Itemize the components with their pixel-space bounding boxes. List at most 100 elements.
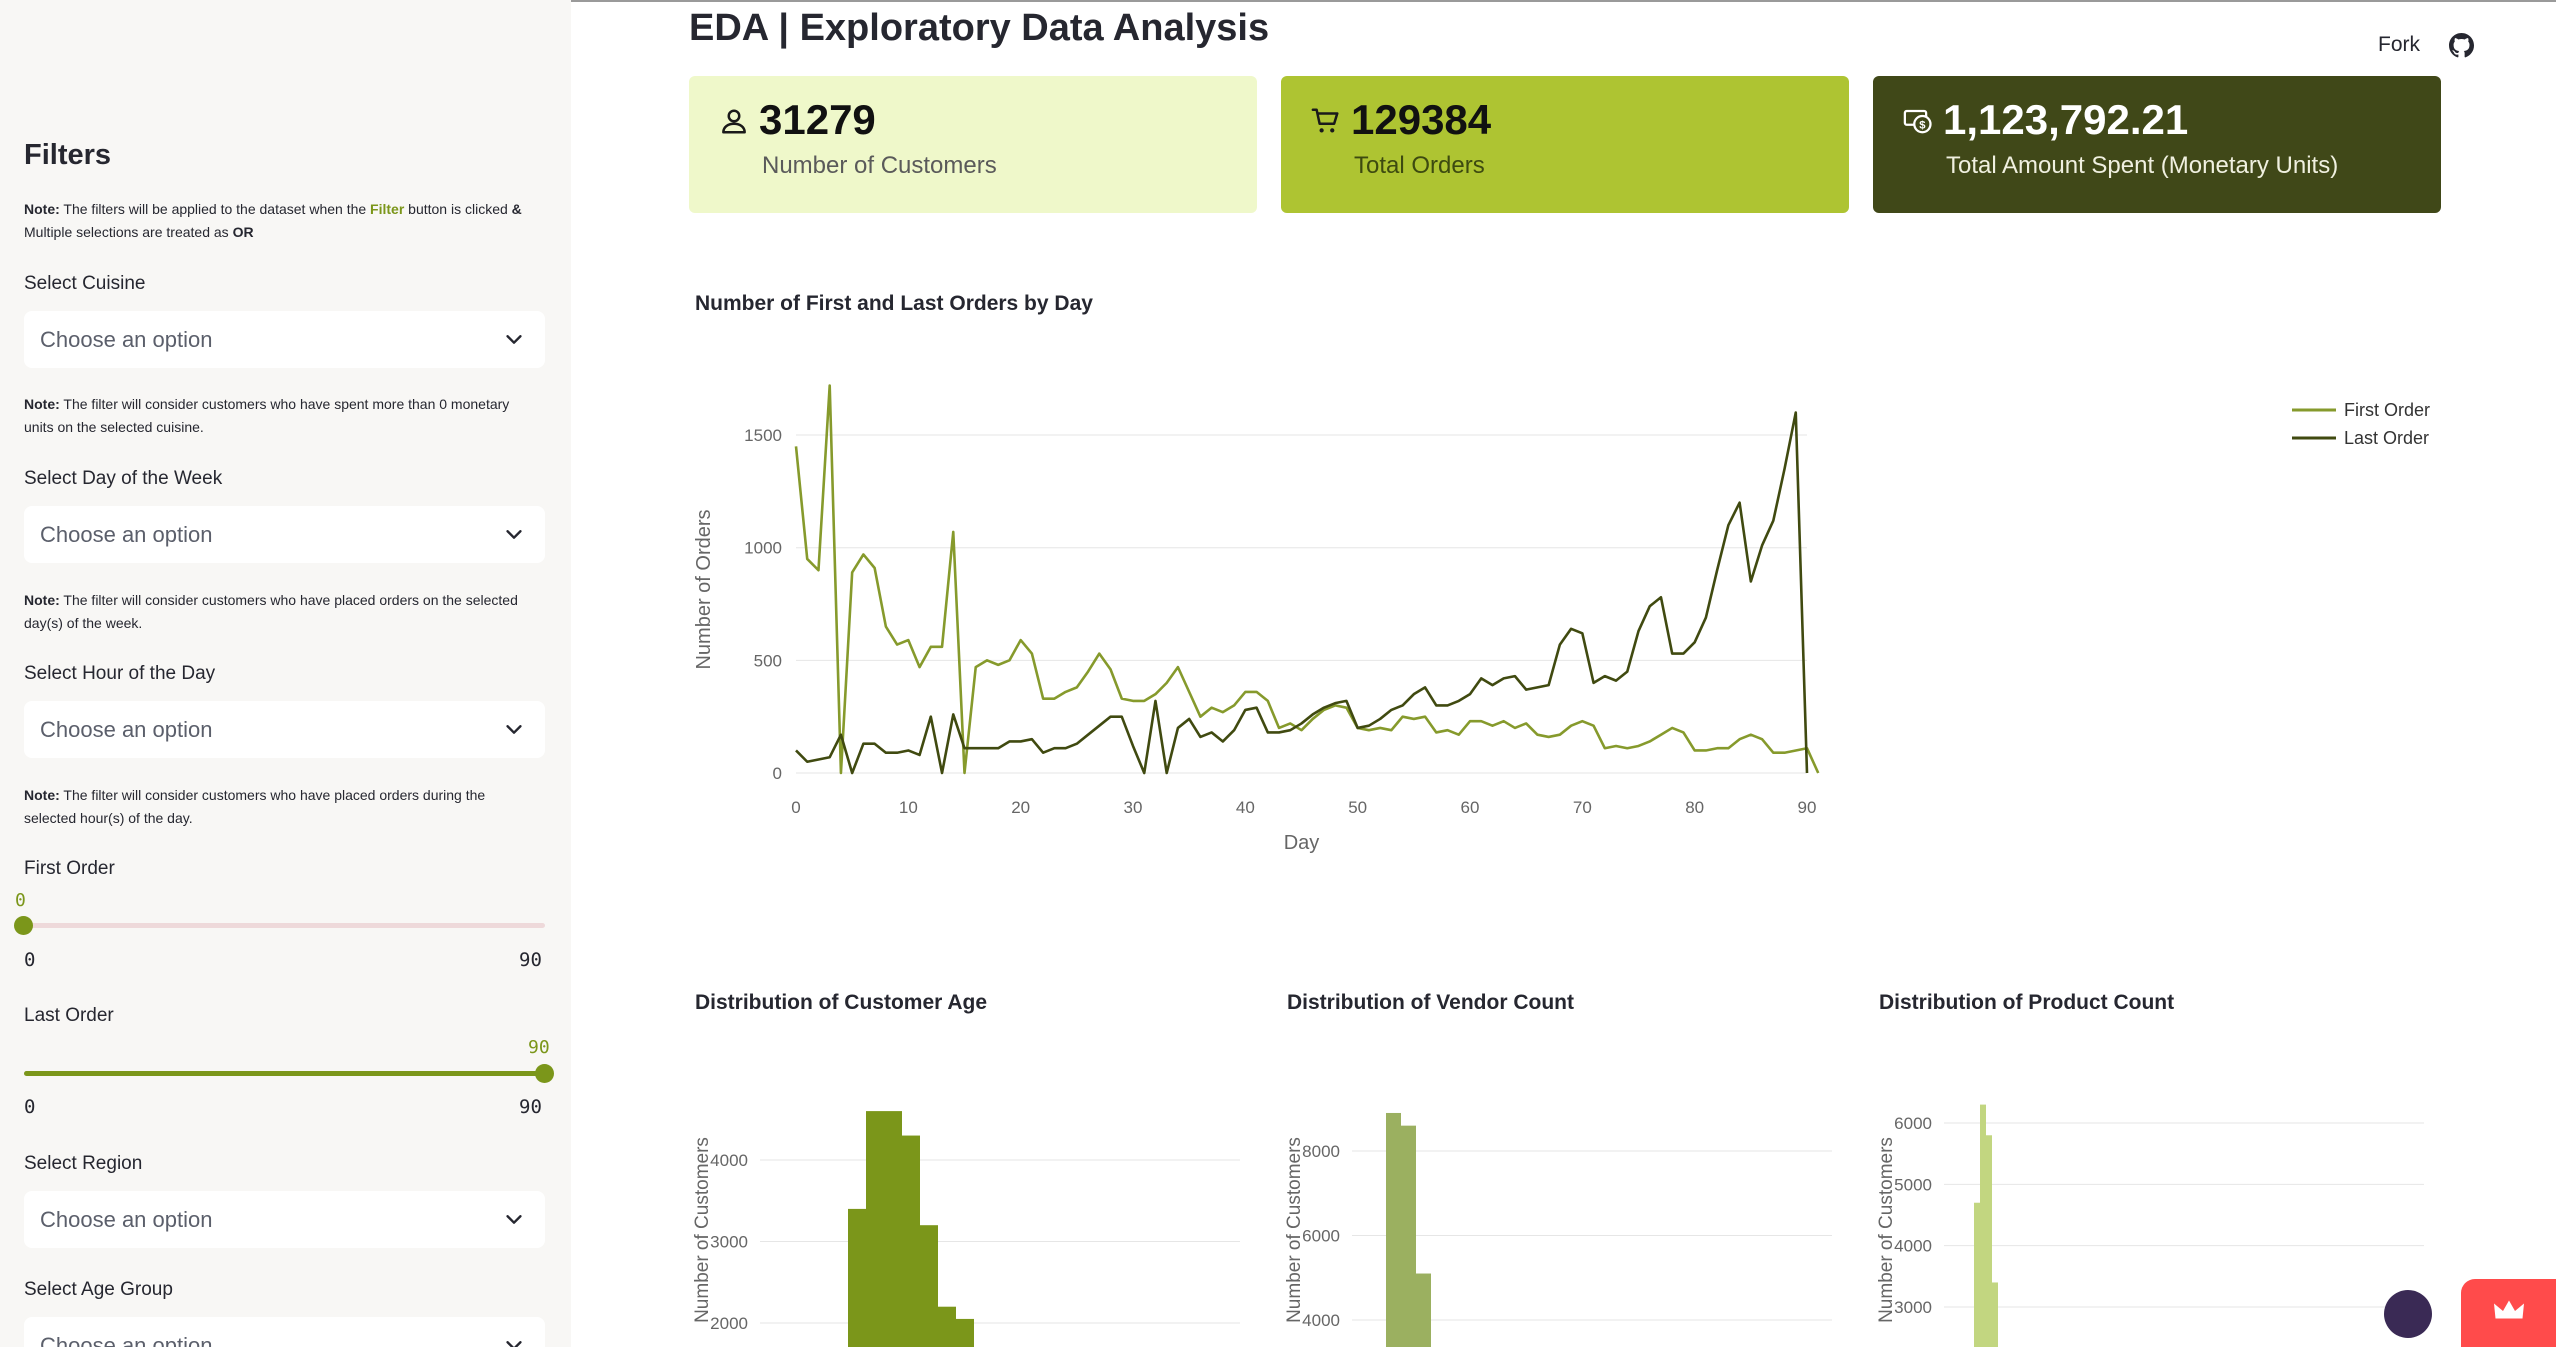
- avatar[interactable]: [2384, 1290, 2432, 1338]
- x-tick-label: 60: [1461, 798, 1480, 817]
- age-group-label: Select Age Group: [24, 1279, 173, 1300]
- histogram-bar: [866, 1111, 884, 1347]
- y-tick-label: 1500: [744, 426, 782, 445]
- cuisine-label: Select Cuisine: [24, 273, 146, 294]
- customers-card: 31279 Number of Customers: [689, 76, 1257, 213]
- page-title: EDA | Exploratory Data Analysis: [689, 7, 1270, 49]
- sidebar: Filters Note: The filters will be applie…: [0, 0, 571, 1347]
- day-label: Select Day of the Week: [24, 468, 223, 489]
- y-tick-label: 3000: [1894, 1298, 1932, 1317]
- day-note: Note: The filter will consider customers…: [24, 589, 524, 635]
- day-placeholder: Choose an option: [40, 522, 213, 547]
- chevron-down-icon: [506, 725, 522, 734]
- last-order-track[interactable]: [24, 1071, 545, 1076]
- y-tick-label: 5000: [1894, 1175, 1932, 1194]
- github-icon[interactable]: [2449, 33, 2474, 58]
- customers-value: 31279: [759, 96, 876, 143]
- last-order-min: 0: [24, 1096, 36, 1118]
- chevron-down-icon: [506, 1215, 522, 1224]
- note-text: The filter will consider customers who h…: [24, 592, 518, 631]
- vendor-histogram: 4000 6000 8000Number of Customers: [1284, 1112, 1832, 1347]
- cart-icon: [1311, 108, 1339, 133]
- first-order-label: First Order: [24, 858, 115, 879]
- last-order-label: Last Order: [24, 1005, 114, 1026]
- hour-label: Select Hour of the Day: [24, 663, 216, 684]
- y-tick-label: 6000: [1302, 1227, 1340, 1246]
- x-axis-label: Day: [1284, 832, 1320, 854]
- note-prefix: Note:: [24, 592, 60, 608]
- y-axis-label: Number of Customers: [692, 1137, 713, 1323]
- streamlit-badge-button[interactable]: [2461, 1279, 2556, 1347]
- histogram-bar: [1401, 1125, 1416, 1347]
- age-histogram: 2000 3000 4000Number of Customers: [692, 1111, 1240, 1347]
- first-order-line: [794, 384, 1820, 775]
- histogram-bar: [1980, 1104, 1986, 1347]
- region-select[interactable]: Choose an option: [24, 1191, 545, 1248]
- x-tick-label: 0: [791, 798, 800, 817]
- y-axis-label: Number of Customers: [1876, 1137, 1897, 1323]
- hour-select[interactable]: Choose an option: [24, 701, 545, 758]
- age-group-select[interactable]: Choose an option: [24, 1317, 545, 1347]
- last-order-value: 90: [528, 1037, 550, 1058]
- chevron-down-icon: [506, 1341, 522, 1347]
- histogram-bar: [848, 1208, 866, 1347]
- histogram-bar: [920, 1225, 938, 1347]
- legend-label: Last Order: [2344, 428, 2429, 448]
- line-chart-title: Number of First and Last Orders by Day: [695, 292, 1093, 315]
- histogram-bar: [1416, 1273, 1431, 1347]
- histogram-bar: [1992, 1282, 1998, 1347]
- cuisine-select[interactable]: Choose an option: [24, 311, 545, 368]
- vendor-chart-title: Distribution of Vendor Count: [1287, 991, 1574, 1014]
- filters-title: Filters: [24, 139, 112, 171]
- histogram-bar: [902, 1135, 920, 1347]
- y-tick-label: 4000: [710, 1151, 748, 1170]
- last-order-max: 90: [519, 1096, 542, 1118]
- histogram-bar: [938, 1306, 956, 1347]
- chevron-down-icon: [506, 530, 522, 539]
- first-order-track[interactable]: [24, 923, 545, 928]
- cuisine-note: Note: The filter will consider customers…: [24, 393, 524, 439]
- hour-note: Note: The filter will consider customers…: [24, 784, 524, 830]
- day-select[interactable]: Choose an option: [24, 506, 545, 563]
- orders-value: 129384: [1351, 96, 1492, 143]
- age-group-placeholder: Choose an option: [40, 1333, 213, 1347]
- first-order-max: 90: [519, 949, 542, 971]
- x-tick-label: 80: [1685, 798, 1704, 817]
- amount-caption: Total Amount Spent (Monetary Units): [1946, 152, 2339, 179]
- filters-note: Note: The filters will be applied to the…: [24, 198, 524, 244]
- y-tick-label: 4000: [1894, 1237, 1932, 1256]
- last-order-handle[interactable]: [535, 1064, 554, 1083]
- note-or: OR: [232, 224, 254, 240]
- note-text: The filters will be applied to the datas…: [59, 201, 371, 217]
- age-chart-title: Distribution of Customer Age: [695, 991, 988, 1014]
- last-order-fill: [24, 1071, 545, 1076]
- orders-caption: Total Orders: [1354, 152, 1485, 179]
- histogram-bar: [884, 1111, 902, 1347]
- y-tick-label: 3000: [710, 1233, 748, 1252]
- svg-text:$: $: [1919, 120, 1926, 132]
- cuisine-placeholder: Choose an option: [40, 327, 213, 352]
- histogram-bar: [1974, 1202, 1980, 1347]
- y-tick-label: 4000: [1302, 1311, 1340, 1330]
- y-tick-label: 8000: [1302, 1142, 1340, 1161]
- histogram-bar: [1986, 1135, 1992, 1347]
- x-tick-label: 50: [1348, 798, 1367, 817]
- y-tick-label: 500: [754, 651, 782, 670]
- customers-caption: Number of Customers: [762, 152, 997, 179]
- x-tick-label: 90: [1798, 798, 1817, 817]
- x-tick-label: 70: [1573, 798, 1592, 817]
- x-tick-label: 10: [899, 798, 918, 817]
- y-tick-label: 1000: [744, 539, 782, 558]
- first-order-handle[interactable]: [14, 916, 33, 935]
- fork-link[interactable]: Fork: [2378, 33, 2420, 57]
- money-icon: $: [1903, 109, 1932, 134]
- y-axis-label: Number of Customers: [1284, 1137, 1305, 1323]
- product-chart-title: Distribution of Product Count: [1879, 991, 2175, 1014]
- note-text: button is clicked: [404, 201, 512, 217]
- crown-icon: [2494, 1300, 2524, 1319]
- y-tick-label: 6000: [1894, 1114, 1932, 1133]
- orders-by-day-chart: 0 500 1000 1500 0 10 20 30 40 50 60 70 80 90 Day Number…: [693, 384, 2430, 854]
- note-prefix: Note:: [24, 396, 60, 412]
- region-placeholder: Choose an option: [40, 1207, 213, 1232]
- note-text: The filter will consider customers who h…: [24, 396, 510, 435]
